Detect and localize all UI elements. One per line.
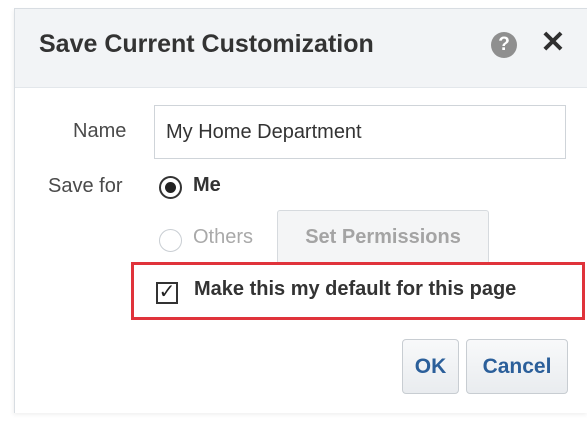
dialog-header: Save Current Customization ? ✕ [15,9,587,88]
radio-me-label[interactable]: Me [193,174,221,197]
save-customization-dialog: Save Current Customization ? ✕ Name Save… [14,8,587,413]
default-checkbox-label[interactable]: Make this my default for this page [194,278,516,301]
set-permissions-button: Set Permissions [277,210,489,264]
save-for-label: Save for [48,175,123,197]
close-icon[interactable]: ✕ [539,28,567,58]
cancel-button[interactable]: Cancel [466,339,568,394]
radio-selected-dot [165,182,176,193]
screenshot-frame: Save Current Customization ? ✕ Name Save… [0,0,587,423]
radio-me[interactable] [159,176,182,199]
default-checkbox[interactable]: ✓ [156,282,178,304]
radio-others-label: Others [193,226,254,248]
name-label: Name [73,120,127,142]
help-icon[interactable]: ? [491,32,517,58]
ok-button[interactable]: OK [402,339,459,394]
name-input[interactable] [154,105,566,159]
dialog-title: Save Current Customization [39,30,374,58]
radio-others [159,229,182,252]
